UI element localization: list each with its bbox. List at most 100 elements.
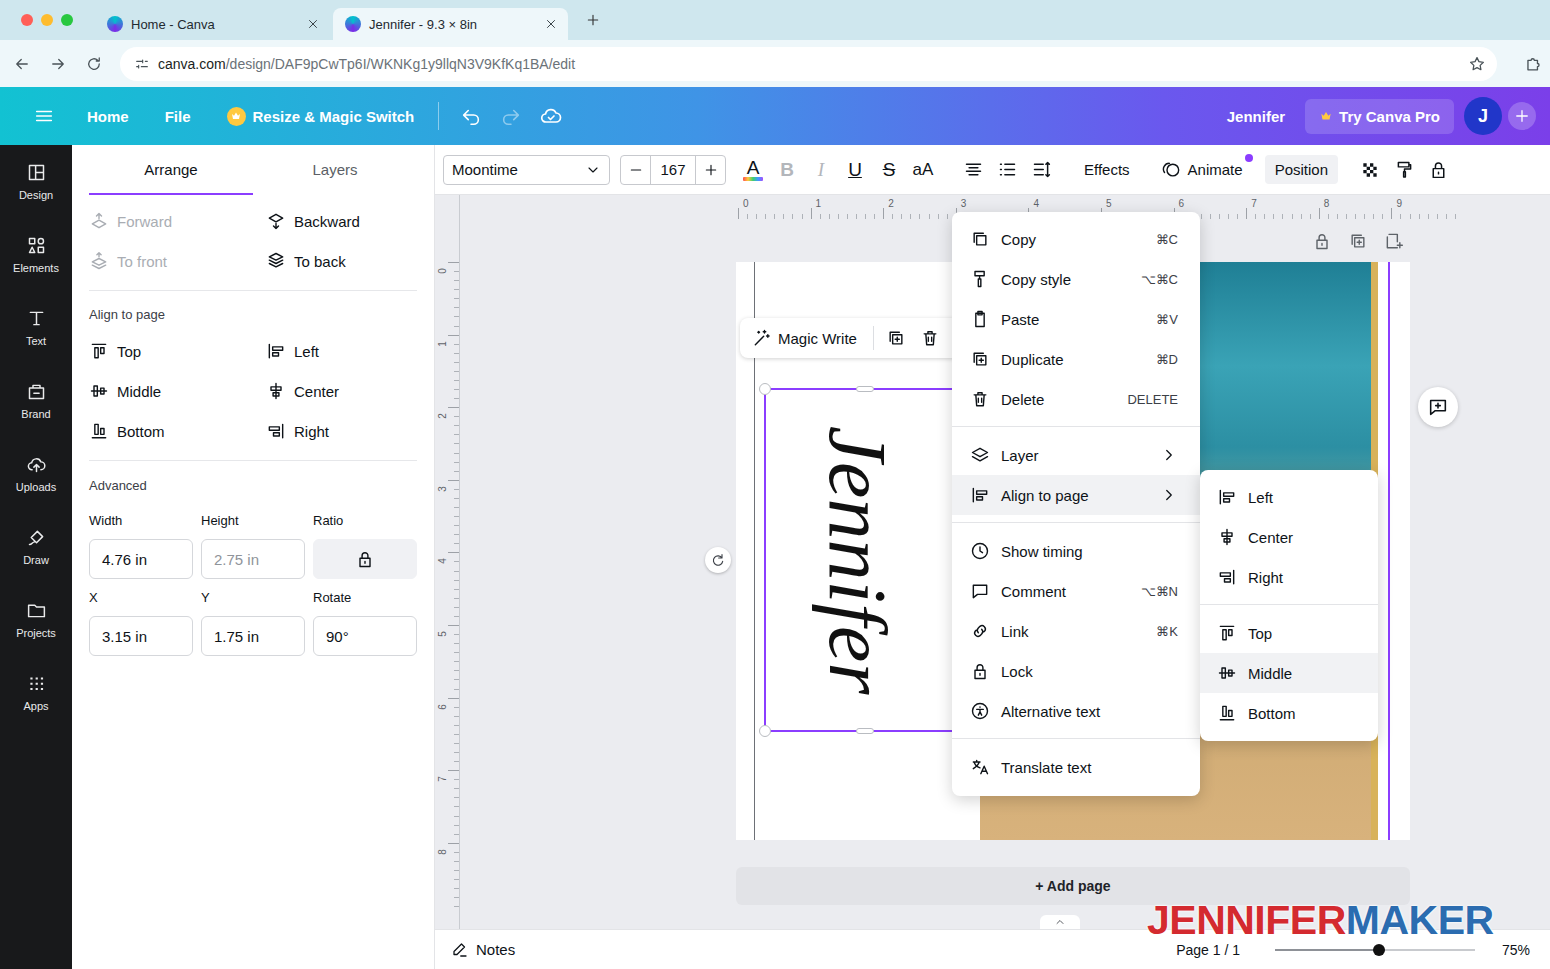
close-tab-button[interactable] [544,17,558,31]
minimize-window-button[interactable] [41,14,53,26]
page-count[interactable]: Page 1 / 1 [1176,942,1240,958]
add-comment-button[interactable] [1418,387,1458,427]
zoom-slider[interactable] [1275,949,1475,951]
panel-tab[interactable]: Layers [253,145,417,195]
browser-tab[interactable]: Jennifer - 9.3 × 8in [333,8,568,40]
menu-item[interactable]: Translate text [952,747,1200,787]
header-nav-item[interactable]: File [155,100,201,133]
rotate-handle[interactable] [705,547,731,573]
browser-tab[interactable]: Home - Canva [95,8,330,40]
main-menu-button[interactable] [24,98,64,134]
menu-item[interactable]: Show timing [952,531,1200,571]
extensions-button[interactable] [1519,50,1547,78]
save-status-button[interactable] [531,98,571,134]
sidebar-item[interactable]: Apps [0,656,72,729]
format-button[interactable]: aA [906,153,940,187]
align-button[interactable]: Center [266,371,417,411]
field-input[interactable]: 90° [313,616,417,656]
sidebar-item[interactable]: Elements [0,218,72,291]
submenu-item[interactable]: Right [1200,557,1378,597]
field-input[interactable]: 4.76 in [89,539,193,579]
resize-handle[interactable] [856,386,874,392]
back-button[interactable] [8,50,36,78]
arrange-button[interactable]: Backward [266,201,417,241]
redo-button[interactable] [491,98,531,134]
spacing-button[interactable] [1024,153,1058,187]
new-tab-button[interactable] [579,6,607,34]
effects-button[interactable]: Effects [1074,155,1140,184]
submenu-item[interactable]: Center [1200,517,1378,557]
user-avatar[interactable]: J [1464,97,1502,135]
field-input[interactable]: 3.15 in [89,616,193,656]
font-dropdown[interactable]: Moontime [443,155,610,185]
delete-button[interactable] [920,328,940,348]
panel-tab[interactable]: Arrange [89,145,253,195]
sidebar-item[interactable]: Draw [0,510,72,583]
reload-button[interactable] [80,50,108,78]
format-button[interactable]: S [872,153,906,187]
bookmark-button[interactable] [1463,50,1491,78]
add-page-button[interactable] [1384,231,1404,251]
menu-item[interactable]: Alternative text [952,691,1200,731]
zoom-knob[interactable] [1373,944,1385,956]
undo-button[interactable] [451,98,491,134]
arrange-button[interactable]: Forward [89,201,266,241]
text-align-button[interactable] [956,153,990,187]
align-button[interactable]: Top [89,331,266,371]
sidebar-item[interactable]: Projects [0,583,72,656]
zoom-reading[interactable]: 75% [1502,942,1530,958]
forward-button[interactable] [44,50,72,78]
arrange-button[interactable]: To back [266,241,417,281]
position-button[interactable]: Position [1265,155,1338,184]
align-button[interactable]: Bottom [89,411,266,451]
resize-handle[interactable] [856,728,874,734]
increase-size-button[interactable] [696,156,725,184]
address-field[interactable]: canva.com/design/DAF9pCwTp6I/WKNKg1y9llq… [120,47,1497,81]
menu-item[interactable]: Duplicate⌘D [952,339,1200,379]
format-button[interactable]: A [736,153,770,187]
animate-button[interactable]: Animate [1152,154,1253,186]
sidebar-item[interactable]: Text [0,291,72,364]
transparency-button[interactable] [1353,153,1387,187]
align-button[interactable]: Left [266,331,417,371]
submenu-item[interactable]: Top [1200,613,1378,653]
format-button[interactable]: U [838,153,872,187]
align-button[interactable]: Right [266,411,417,451]
header-nav-item[interactable]: Home [77,100,139,133]
menu-item[interactable]: Align to page [952,475,1200,515]
duplicate-page-button[interactable] [1348,231,1368,251]
menu-item[interactable]: Lock [952,651,1200,691]
notes-button[interactable]: Notes [451,941,515,959]
font-size-input[interactable]: 167 [650,156,696,184]
user-name[interactable]: Jennifer [1217,100,1295,133]
sidebar-item[interactable]: Brand [0,364,72,437]
align-button[interactable]: Middle [89,371,266,411]
menu-item[interactable]: Paste⌘V [952,299,1200,339]
format-button[interactable]: B [770,153,804,187]
format-button[interactable]: I [804,153,838,187]
try-pro-button[interactable]: Try Canva Pro [1305,99,1454,134]
show-pages-button[interactable] [1040,915,1080,929]
field-input[interactable]: 1.75 in [201,616,305,656]
lock-button[interactable] [1421,153,1455,187]
decrease-size-button[interactable] [621,156,650,184]
resize-button[interactable]: Resize & Magic Switch [217,99,425,134]
submenu-item[interactable]: Middle [1200,653,1378,693]
close-tab-button[interactable] [306,17,320,31]
resize-handle[interactable] [759,725,771,737]
ratio-lock-button[interactable] [313,539,417,579]
sidebar-item[interactable]: Uploads [0,437,72,510]
list-button[interactable] [990,153,1024,187]
lock-page-button[interactable] [1312,231,1332,251]
invite-button[interactable] [1508,102,1536,130]
sidebar-item[interactable]: Design [0,145,72,218]
copy-style-button[interactable] [1387,153,1421,187]
magic-write-button[interactable]: Magic Write [752,328,857,348]
submenu-item[interactable]: Bottom [1200,693,1378,733]
menu-item[interactable]: DeleteDELETE [952,379,1200,419]
resize-handle[interactable] [759,383,771,395]
menu-item[interactable]: Copy style⌥⌘C [952,259,1200,299]
zoom-window-button[interactable] [61,14,73,26]
close-window-button[interactable] [21,14,33,26]
menu-item[interactable]: Comment⌥⌘N [952,571,1200,611]
